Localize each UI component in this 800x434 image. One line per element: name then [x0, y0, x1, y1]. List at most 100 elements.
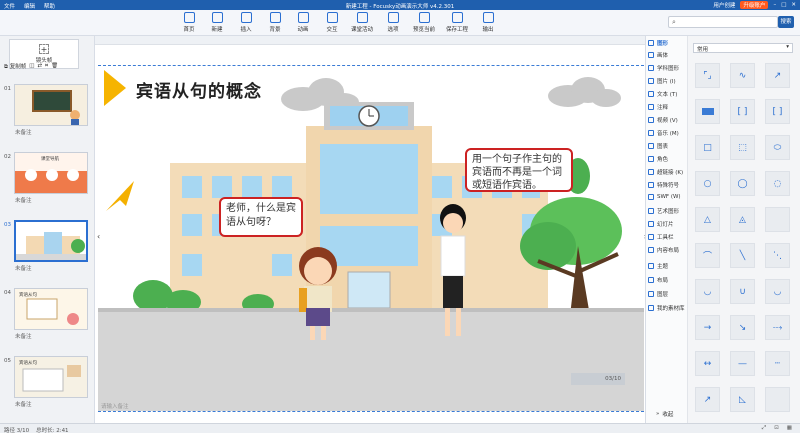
shape-crop-frame[interactable]: ⌜⌟	[695, 63, 720, 88]
export-button[interactable]: 输出	[475, 12, 501, 33]
category-slides[interactable]: 幻灯片	[648, 220, 674, 228]
category-image[interactable]: 图片 (I)	[648, 77, 676, 85]
slide-artwork	[98, 70, 644, 411]
shape-curve[interactable]: ◡	[695, 279, 720, 304]
maximize-icon[interactable]: □	[781, 2, 786, 8]
library-icon	[648, 305, 654, 311]
home-button[interactable]: 首页	[176, 12, 202, 33]
options-button[interactable]: 选项	[380, 12, 406, 33]
path-status: 路径 3/10	[4, 428, 30, 434]
category-toolbar[interactable]: 工具栏	[648, 233, 674, 241]
animation-icon	[297, 12, 309, 23]
shape-blank-1[interactable]	[765, 207, 790, 232]
shape-triangle[interactable]: △	[695, 207, 720, 232]
category-art-shapes[interactable]: 艺术图形	[648, 207, 679, 215]
slide-thumbnail-1[interactable]	[14, 84, 88, 126]
preview-button[interactable]: 预览当前	[409, 12, 439, 33]
category-music[interactable]: 音乐 (M)	[648, 129, 679, 137]
shape-triangle-dashed[interactable]: ◬	[730, 207, 755, 232]
slide-thumbnail-5[interactable]: 宾语从句	[14, 356, 88, 398]
shape-square-dashed[interactable]: ⬚	[730, 135, 755, 160]
speech-bubble-teacher[interactable]: 用一个句子作主句的宾语而不再是一个词或短语作宾语。	[465, 148, 573, 192]
category-content-layout[interactable]: 内容布局	[648, 246, 679, 254]
slide-number: 02	[4, 154, 11, 160]
shape-arrow-up-right[interactable]: ↗	[695, 387, 720, 412]
slide-thumb-title: 课堂导航	[41, 157, 59, 162]
search-button[interactable]: 搜索	[778, 16, 794, 28]
double-chevron-icon: »	[656, 411, 660, 417]
collapse-panel-button[interactable]: » 收起	[656, 410, 673, 418]
crop-icon[interactable]: ⌗	[45, 63, 48, 70]
slide-thumbnail-2[interactable]: 课堂导航	[14, 152, 88, 194]
shape-circle-dashed[interactable]: ◌	[765, 171, 790, 196]
category-video[interactable]: 视频 (V)	[648, 116, 678, 124]
animation-button[interactable]: 动画	[290, 12, 316, 33]
camera-icon[interactable]: ◫	[29, 63, 34, 69]
prev-slide-arrow-icon[interactable]: ‹	[97, 232, 100, 241]
category-swf[interactable]: SWF (W)	[648, 194, 681, 200]
category-shapes[interactable]: 图形	[648, 39, 668, 47]
close-icon[interactable]: ✕	[791, 2, 796, 8]
delete-icon[interactable]: 🗑	[51, 63, 58, 69]
background-button[interactable]: 背景	[262, 12, 288, 33]
shape-arrow-dashed[interactable]: ↗	[765, 63, 790, 88]
shape-line[interactable]: —	[730, 351, 755, 376]
shape-double-arrow[interactable]: ↔	[695, 351, 720, 376]
replace-icon[interactable]: ⇄	[37, 63, 42, 69]
slide-stage[interactable]: 宾语从句的概念 老师，什么是宾语从句呀？ 用一个句子作主句的宾语而不再是一个词或…	[98, 65, 644, 412]
shape-bracket[interactable]: [ ]	[730, 99, 755, 124]
category-special-symbol[interactable]: 特殊符号	[648, 181, 679, 189]
shape-blank-2[interactable]	[765, 387, 790, 412]
search-input[interactable]: ⌕	[668, 16, 778, 28]
fit-icon[interactable]: ⊡	[774, 425, 779, 432]
school-door	[347, 271, 391, 309]
user-center-link[interactable]: 用户创建	[713, 1, 735, 9]
shape-arc[interactable]: ⌒	[695, 243, 720, 268]
shape-bracket-dashed[interactable]: [ ]	[765, 99, 790, 124]
category-layers[interactable]: 图层	[648, 290, 668, 298]
grid-icon[interactable]: ▦	[787, 425, 792, 432]
shape-line-arrow[interactable]: →	[695, 315, 720, 340]
shape-corner[interactable]: ◺	[730, 387, 755, 412]
category-my-library[interactable]: 我的素材库	[648, 304, 685, 312]
speech-bubble-girl[interactable]: 老师，什么是宾语从句呀？	[219, 197, 303, 237]
interaction-button[interactable]: 交互	[319, 12, 345, 33]
shape-rectangle-filled[interactable]	[695, 99, 720, 124]
shape-circle[interactable]: ◯	[730, 171, 755, 196]
category-canvas[interactable]: 画体	[648, 51, 668, 59]
shape-cup-dashed[interactable]: ◡	[765, 279, 790, 304]
shape-ellipse[interactable]: ⬭	[765, 135, 790, 160]
new-button[interactable]: 新建	[204, 12, 230, 33]
shape-wave-line[interactable]: ∿	[730, 63, 755, 88]
category-chart[interactable]: 图表	[648, 142, 668, 150]
category-subject-shapes[interactable]: 学科图形	[648, 64, 679, 72]
category-hyperlink[interactable]: 超链接 (K)	[648, 168, 683, 176]
shape-oval[interactable]: ○	[695, 171, 720, 196]
category-annotation[interactable]: 注释	[648, 103, 668, 111]
swf-icon	[648, 194, 654, 200]
slide-title[interactable]: 宾语从句的概念	[136, 77, 262, 102]
notes-input[interactable]: 请输入备注	[101, 402, 129, 410]
class-activity-button[interactable]: 课堂活动	[349, 12, 375, 33]
category-text[interactable]: 文本 (T)	[648, 90, 677, 98]
slide-thumbnail-4[interactable]: 宾语从句	[14, 288, 88, 330]
shape-square[interactable]: □	[695, 135, 720, 160]
category-theme[interactable]: 主题	[648, 262, 668, 270]
category-character[interactable]: 角色	[648, 155, 668, 163]
subject-shapes-icon	[648, 65, 654, 71]
shape-set-dropdown[interactable]: 常用 ▾	[693, 43, 793, 53]
shape-arrow-dashed-2[interactable]: ⤏	[765, 315, 790, 340]
save-project-button[interactable]: 保存工程	[442, 12, 472, 33]
shape-arrow-down-right[interactable]: ↘	[730, 315, 755, 340]
shape-cup[interactable]: ∪	[730, 279, 755, 304]
minimize-icon[interactable]: –	[773, 2, 776, 8]
slide-thumbnail-3[interactable]	[14, 220, 88, 262]
copy-frame-button[interactable]: ⧉ 复制帧	[4, 62, 26, 71]
shape-diagonal-dashed[interactable]: ⋱	[765, 243, 790, 268]
shape-dashed-line[interactable]: ┄	[765, 351, 790, 376]
shape-diagonal-line[interactable]: ╲	[730, 243, 755, 268]
category-layout[interactable]: 布局	[648, 276, 668, 284]
insert-button[interactable]: 插入	[233, 12, 259, 33]
upgrade-button[interactable]: 升级账户	[740, 1, 769, 9]
fullscreen-icon[interactable]: ⤢	[762, 425, 766, 432]
